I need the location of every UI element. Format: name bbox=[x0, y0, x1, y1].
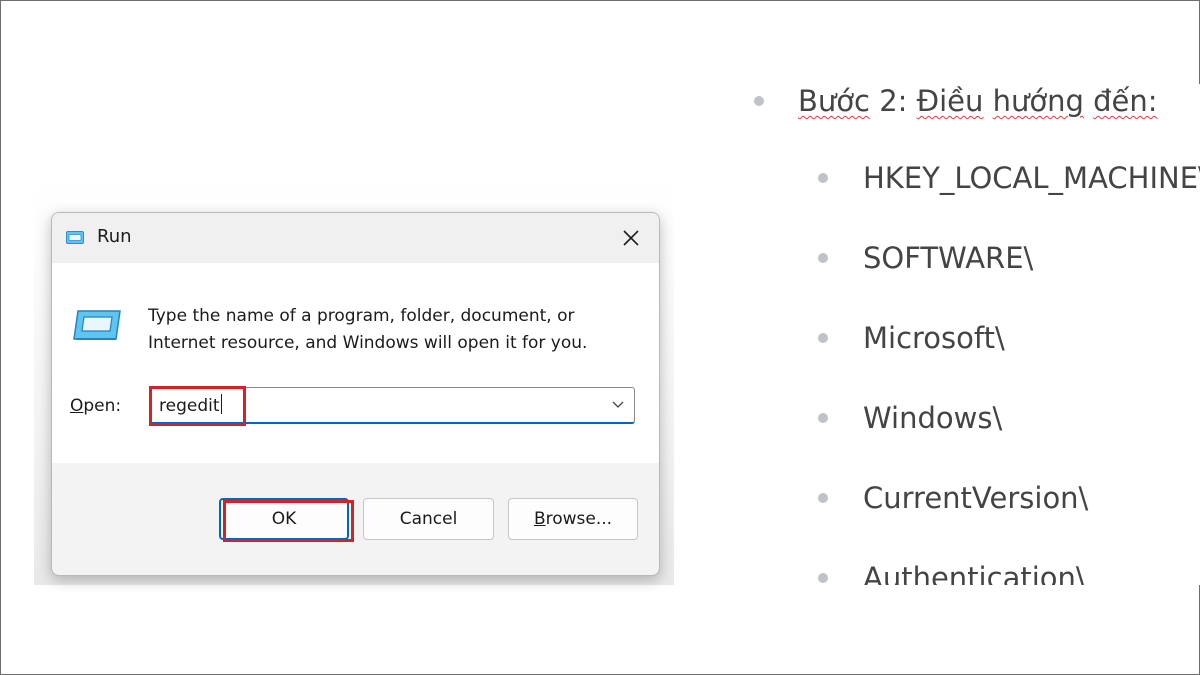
cancel-button[interactable]: Cancel bbox=[363, 498, 494, 540]
highlight-box-ok bbox=[223, 500, 354, 542]
description-line: Type the name of a program, folder, docu… bbox=[148, 306, 575, 326]
browse-button[interactable]: Browse... bbox=[508, 498, 638, 540]
description-line: Internet resource, and Windows will open… bbox=[148, 333, 588, 353]
close-icon bbox=[623, 230, 639, 246]
run-icon bbox=[66, 231, 84, 244]
title-bar[interactable]: Run bbox=[52, 213, 659, 263]
dialog-description: Type the name of a program, folder, docu… bbox=[148, 303, 648, 357]
chevron-down-icon[interactable] bbox=[612, 399, 624, 409]
run-dialog: Run Type the name of a program, folder, … bbox=[51, 212, 660, 576]
close-button[interactable] bbox=[616, 224, 646, 252]
open-label: Open: bbox=[70, 396, 122, 416]
dialog-body: Type the name of a program, folder, docu… bbox=[52, 263, 659, 463]
highlight-box-input bbox=[149, 386, 246, 426]
run-icon bbox=[73, 310, 121, 340]
dialog-title: Run bbox=[97, 226, 132, 247]
